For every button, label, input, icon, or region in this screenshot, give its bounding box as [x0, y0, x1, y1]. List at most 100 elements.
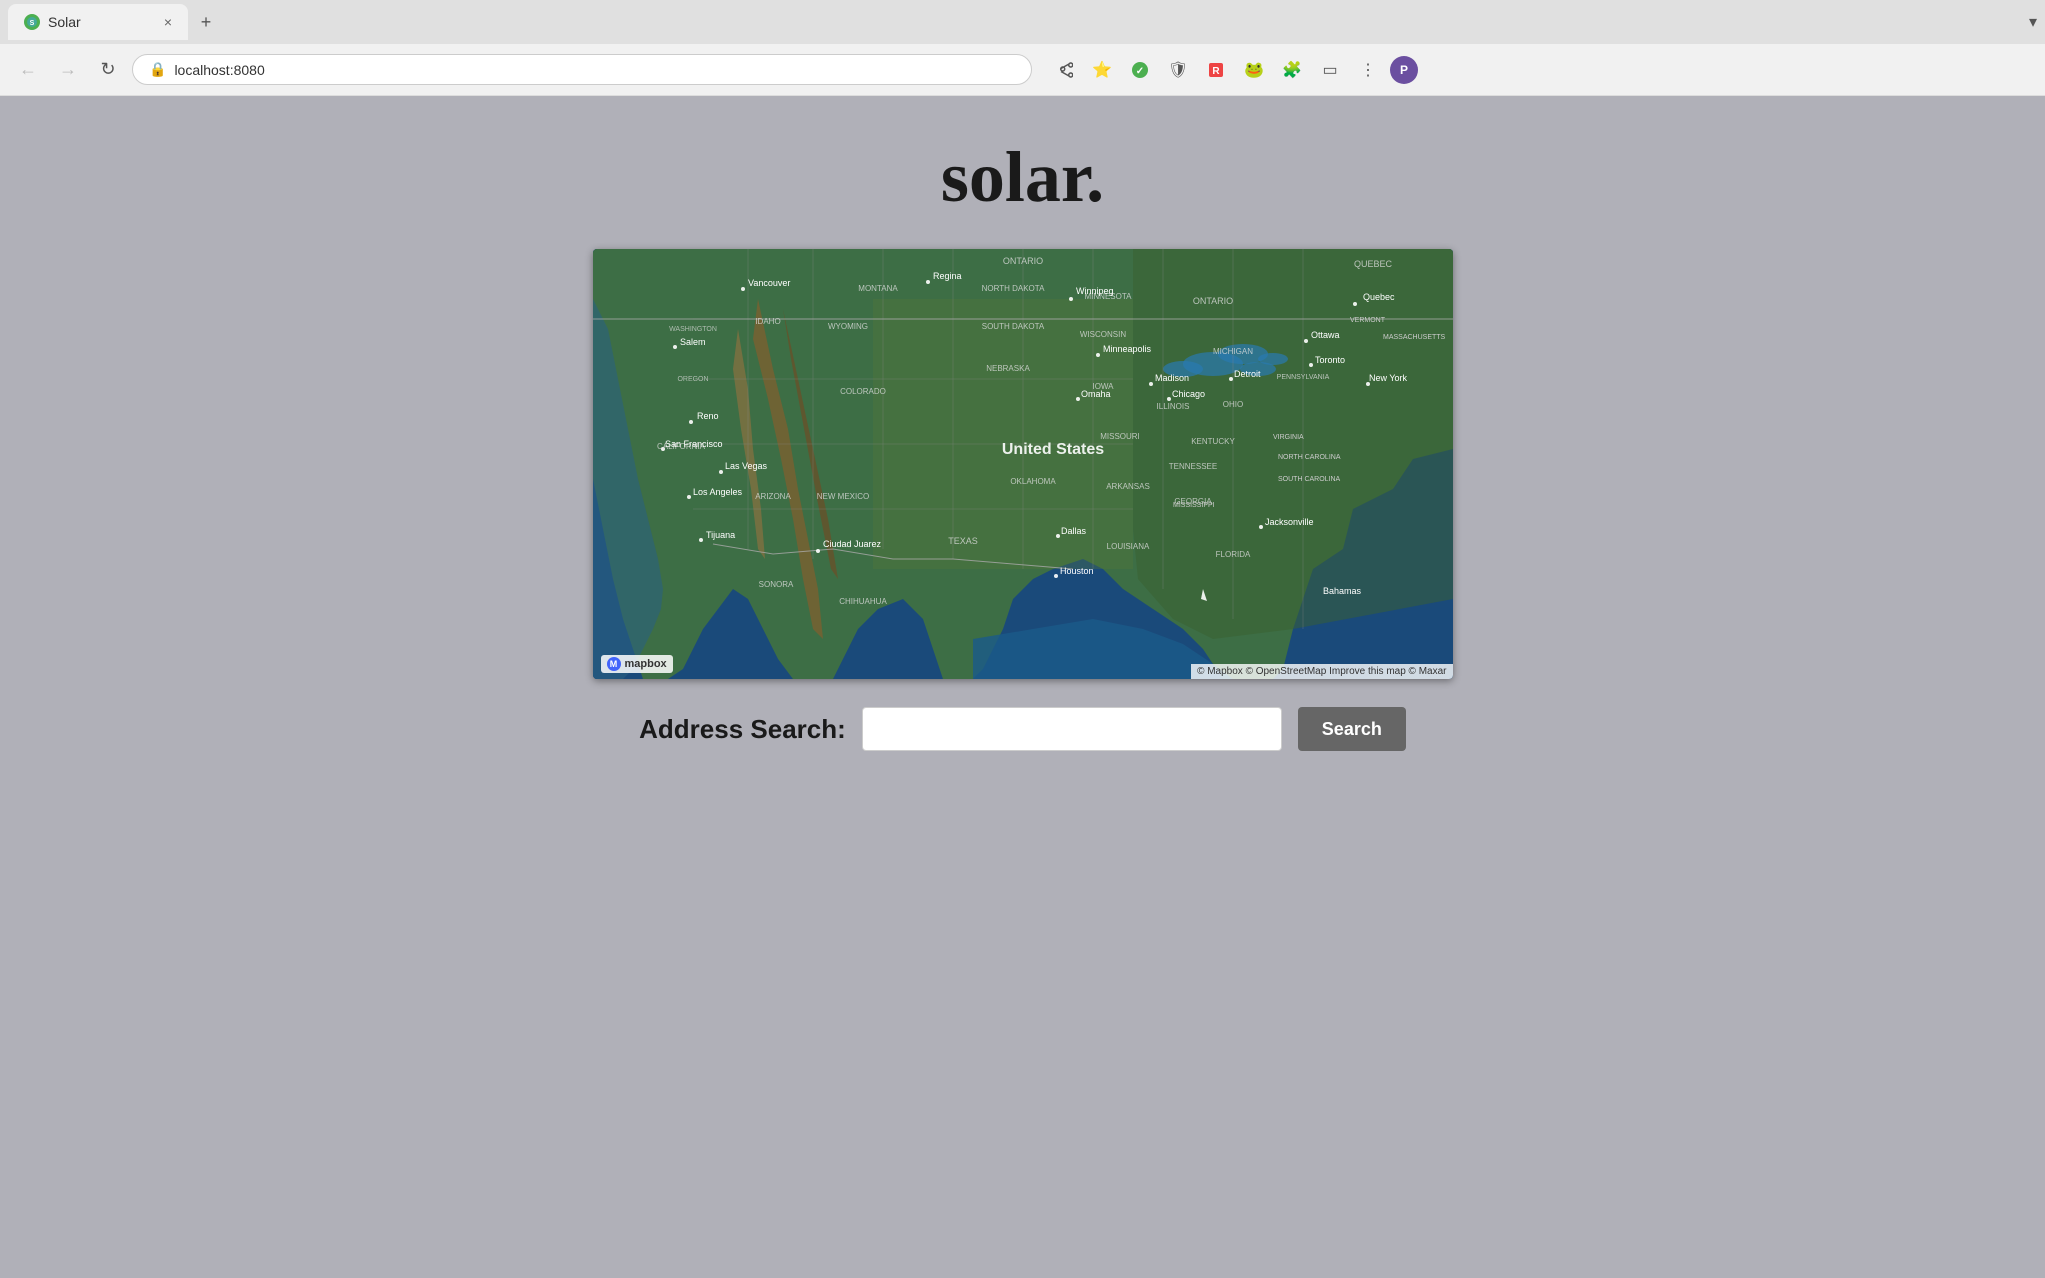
sidebar-toggle-button[interactable]: ▭	[1314, 54, 1346, 86]
browser-chrome: S Solar × + ▾ ← → ↻ 🔒 localhost:8080	[0, 0, 2045, 96]
svg-text:KENTUCKY: KENTUCKY	[1191, 437, 1235, 446]
extension1-button[interactable]: ✓	[1124, 54, 1156, 86]
svg-text:ILLINOIS: ILLINOIS	[1156, 402, 1189, 411]
reload-icon: ↻	[100, 59, 115, 80]
svg-text:San Francisco: San Francisco	[665, 439, 723, 449]
tab-close-button[interactable]: ×	[164, 14, 172, 30]
toolbar-actions: ⭐ ✓ 🛡 R 🐸 🧩 ▭ ⋮ P	[1048, 54, 1418, 86]
page-content: solar.	[0, 96, 2045, 1278]
svg-text:Tijuana: Tijuana	[706, 530, 735, 540]
mapbox-logo: M mapbox	[601, 655, 673, 673]
extension2-button[interactable]: 🛡	[1162, 54, 1194, 86]
svg-text:NEBRASKA: NEBRASKA	[986, 364, 1030, 373]
svg-text:ARIZONA: ARIZONA	[755, 492, 791, 501]
svg-text:OHIO: OHIO	[1222, 400, 1242, 409]
svg-text:Detroit: Detroit	[1234, 369, 1261, 379]
extension4-button[interactable]: 🐸	[1238, 54, 1270, 86]
search-button[interactable]: Search	[1298, 707, 1406, 751]
address-bar[interactable]: 🔒 localhost:8080	[132, 54, 1032, 85]
svg-text:VIRGINIA: VIRGINIA	[1273, 434, 1304, 441]
svg-text:Jacksonville: Jacksonville	[1265, 517, 1314, 527]
svg-text:Minneapolis: Minneapolis	[1103, 344, 1152, 354]
search-section: Address Search: Search	[639, 707, 1406, 751]
back-button[interactable]: ←	[12, 54, 44, 86]
browser-tab-solar[interactable]: S Solar ×	[8, 4, 188, 40]
profile-avatar[interactable]: P	[1390, 56, 1418, 84]
svg-text:NEW MEXICO: NEW MEXICO	[816, 492, 868, 501]
attribution-text: © Mapbox © OpenStreetMap Improve this ma…	[1197, 666, 1446, 677]
svg-text:Winnipeg: Winnipeg	[1076, 286, 1114, 296]
svg-text:LOUISIANA: LOUISIANA	[1106, 542, 1149, 551]
bookmark-button[interactable]: ⭐	[1086, 54, 1118, 86]
mapbox-icon: M	[607, 657, 621, 671]
url-text: localhost:8080	[174, 62, 264, 78]
svg-text:United States: United States	[1001, 441, 1103, 458]
svg-text:✓: ✓	[1136, 66, 1144, 77]
map-attribution: © Mapbox © OpenStreetMap Improve this ma…	[1191, 664, 1452, 679]
svg-text:ARKANSAS: ARKANSAS	[1106, 482, 1150, 491]
svg-text:OKLAHOMA: OKLAHOMA	[1010, 477, 1056, 486]
svg-text:FLORIDA: FLORIDA	[1215, 550, 1250, 559]
svg-text:WISCONSIN: WISCONSIN	[1079, 330, 1125, 339]
svg-text:Houston: Houston	[1060, 566, 1094, 576]
address-search-input[interactable]	[862, 707, 1282, 751]
svg-text:TENNESSEE: TENNESSEE	[1168, 462, 1216, 471]
svg-text:Omaha: Omaha	[1081, 389, 1111, 399]
svg-text:MISSOURI: MISSOURI	[1100, 432, 1140, 441]
svg-text:R: R	[1212, 66, 1220, 77]
svg-text:MISSISSIPPI: MISSISSIPPI	[1173, 502, 1215, 509]
svg-text:VERMONT: VERMONT	[1350, 317, 1386, 324]
svg-text:COLORADO: COLORADO	[840, 387, 886, 396]
tab-favicon: S	[24, 14, 40, 30]
svg-text:Ottawa: Ottawa	[1311, 330, 1340, 340]
security-icon: 🔒	[149, 61, 166, 78]
menu-button[interactable]: ⋮	[1352, 54, 1384, 86]
svg-text:MONTANA: MONTANA	[858, 284, 898, 293]
svg-text:S: S	[30, 20, 35, 27]
svg-text:QUEBEC: QUEBEC	[1353, 259, 1392, 269]
svg-text:WASHINGTON: WASHINGTON	[669, 326, 717, 333]
svg-text:MICHIGAN: MICHIGAN	[1213, 347, 1253, 356]
forward-icon: →	[59, 59, 77, 80]
svg-text:Regina: Regina	[933, 271, 962, 281]
tab-list-button[interactable]: ▾	[2029, 12, 2037, 32]
svg-text:Reno: Reno	[697, 411, 719, 421]
tab-bar: S Solar × + ▾	[0, 0, 2045, 44]
tab-title: Solar	[48, 14, 81, 30]
svg-text:WYOMING: WYOMING	[828, 322, 868, 331]
reload-button[interactable]: ↻	[92, 54, 124, 86]
svg-text:SOUTH CAROLINA: SOUTH CAROLINA	[1278, 476, 1341, 483]
svg-text:NORTH CAROLINA: NORTH CAROLINA	[1278, 454, 1341, 461]
mapbox-text: mapbox	[625, 658, 667, 670]
svg-text:PENNSYLVANIA: PENNSYLVANIA	[1276, 374, 1329, 381]
svg-text:New York: New York	[1369, 373, 1408, 383]
svg-text:ONTARIO: ONTARIO	[1192, 296, 1232, 306]
share-button[interactable]	[1048, 54, 1080, 86]
svg-text:CHIHUAHUA: CHIHUAHUA	[839, 597, 887, 606]
browser-toolbar: ← → ↻ 🔒 localhost:8080 ⭐ ✓	[0, 44, 2045, 96]
svg-text:Vancouver: Vancouver	[748, 278, 790, 288]
extension5-button[interactable]: 🧩	[1276, 54, 1308, 86]
svg-text:Salem: Salem	[680, 337, 706, 347]
svg-text:Ciudad Juarez: Ciudad Juarez	[823, 539, 882, 549]
search-label: Address Search:	[639, 714, 846, 745]
svg-text:Quebec: Quebec	[1363, 292, 1395, 302]
svg-text:Chicago: Chicago	[1172, 389, 1205, 399]
app-title: solar.	[941, 136, 1104, 219]
new-tab-button[interactable]: +	[192, 8, 220, 36]
svg-text:NORTH DAKOTA: NORTH DAKOTA	[981, 284, 1044, 293]
svg-text:Los Angeles: Los Angeles	[693, 487, 743, 497]
map-svg: United States ONTARIO ONTARIO QUEBEC MON…	[593, 249, 1453, 679]
svg-text:IDAHO: IDAHO	[755, 317, 780, 326]
svg-text:SOUTH DAKOTA: SOUTH DAKOTA	[981, 322, 1044, 331]
svg-text:Madison: Madison	[1155, 373, 1189, 383]
extension3-button[interactable]: R	[1200, 54, 1232, 86]
back-icon: ←	[19, 59, 37, 80]
forward-button[interactable]: →	[52, 54, 84, 86]
svg-text:OREGON: OREGON	[677, 376, 708, 383]
map-container[interactable]: United States ONTARIO ONTARIO QUEBEC MON…	[593, 249, 1453, 679]
svg-text:Bahamas: Bahamas	[1323, 586, 1362, 596]
svg-text:TEXAS: TEXAS	[948, 536, 978, 546]
svg-text:Toronto: Toronto	[1315, 355, 1345, 365]
svg-text:ONTARIO: ONTARIO	[1002, 256, 1042, 266]
